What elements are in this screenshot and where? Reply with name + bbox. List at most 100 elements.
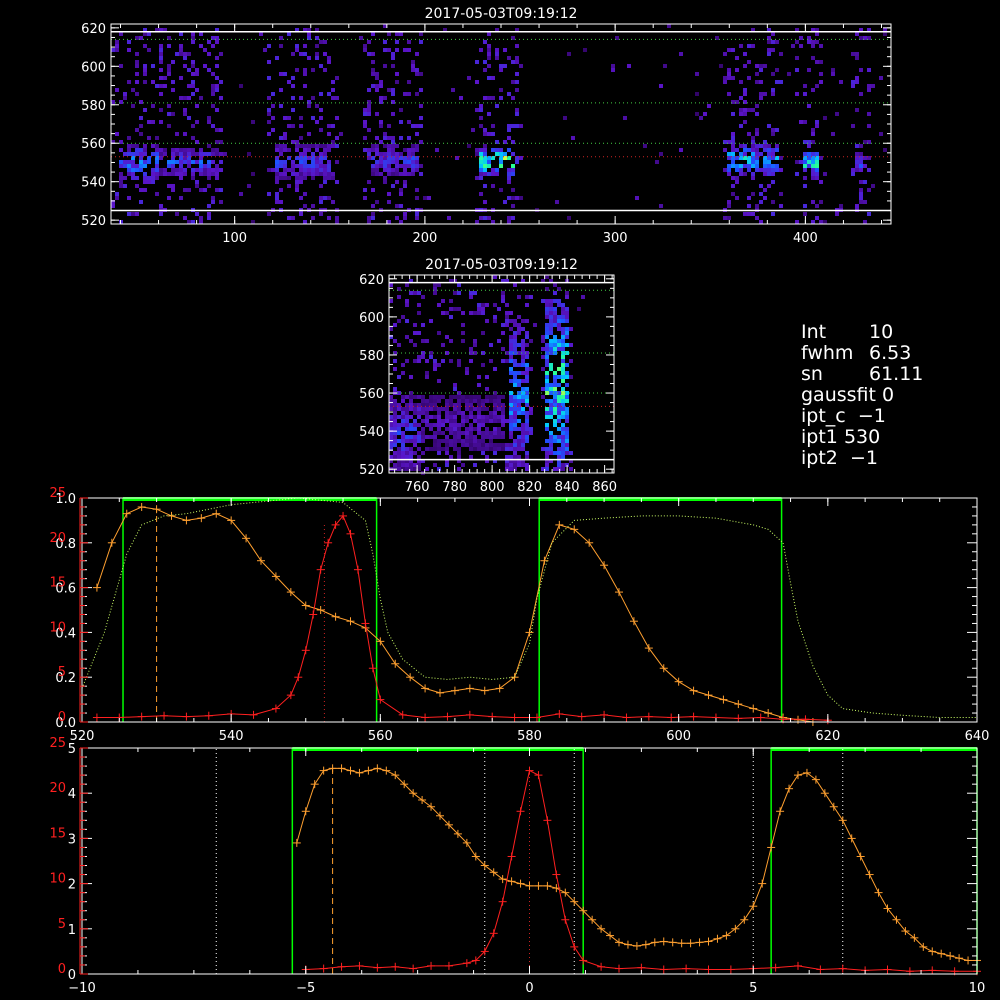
heatmap-cell (513, 363, 517, 367)
heatmap-cell (461, 323, 465, 327)
heatmap-cell (211, 84, 215, 88)
heatmap-cell (299, 152, 303, 156)
heatmap-cell (743, 120, 747, 124)
x-tick-label: 10 (969, 981, 986, 996)
x-tick-label: 620 (815, 729, 840, 744)
heatmap-cell (499, 160, 503, 164)
heatmap-cell (323, 68, 327, 72)
heatmap-cell (453, 443, 457, 447)
heatmap-cell (155, 144, 159, 148)
heatmap-cell (409, 415, 413, 419)
x-tick-label: 100 (222, 231, 247, 246)
heatmap-cell (183, 172, 187, 176)
heatmap-cell (415, 164, 419, 168)
red-tick-label: 15 (49, 576, 66, 591)
heatmap-cell (119, 160, 123, 164)
heatmap-cell (479, 116, 483, 120)
heatmap-cell (215, 164, 219, 168)
heatmap-cell (505, 447, 509, 451)
heatmap-cell (469, 427, 473, 431)
heatmap-cell (771, 128, 775, 132)
heatmap-cell (751, 108, 755, 112)
heatmap-cell (479, 152, 483, 156)
heatmap-cell (553, 347, 557, 351)
heatmap-cell (409, 435, 413, 439)
heatmap-cell (159, 76, 163, 80)
heatmap-cell (393, 407, 397, 411)
heatmap-cell (561, 319, 565, 323)
heatmap-cell (449, 415, 453, 419)
heatmap-cell (569, 451, 573, 455)
heatmap-cell (295, 68, 299, 72)
heatmap-cell (479, 168, 483, 172)
heatmap-cell (155, 148, 159, 152)
heatmap-cell (545, 407, 549, 411)
heatmap-cell (483, 172, 487, 176)
heatmap-cell (511, 168, 515, 172)
heatmap-cell (497, 419, 501, 423)
heatmap-cell (383, 160, 387, 164)
heatmap-cell (135, 176, 139, 180)
heatmap-cell (395, 144, 399, 148)
heatmap-cell (755, 160, 759, 164)
heatmap-cell (479, 192, 483, 196)
heatmap-cell (159, 172, 163, 176)
heatmap-cell (611, 68, 615, 72)
info-value: −1 (849, 447, 878, 469)
heatmap-cell (179, 164, 183, 168)
heatmap-cell (489, 447, 493, 451)
heatmap-cell (481, 419, 485, 423)
heatmap-cell (735, 68, 739, 72)
heatmap-cell (283, 148, 287, 152)
heatmap-cell (419, 104, 423, 108)
heatmap-cell (425, 407, 429, 411)
heatmap-cell (549, 411, 553, 415)
heatmap-cell (513, 407, 517, 411)
heatmap-cell (159, 52, 163, 56)
heatmap-cell (497, 427, 501, 431)
heatmap-cell (473, 407, 477, 411)
heatmap-cell (501, 435, 505, 439)
heatmap-cell (807, 144, 811, 148)
heatmap-cell (171, 112, 175, 116)
heatmap-cell (151, 80, 155, 84)
heatmap-cell (191, 136, 195, 140)
heatmap-cell (541, 395, 545, 399)
heatmap-cell (413, 407, 417, 411)
heatmap-cell (541, 447, 545, 451)
heatmap-cell (211, 196, 215, 200)
heatmap-cell (291, 216, 295, 220)
heatmap-cell (311, 216, 315, 220)
heatmap-cell (529, 407, 533, 411)
heatmap-cell (433, 415, 437, 419)
heatmap-cell (127, 196, 131, 200)
red-tick-label: 5 (58, 917, 66, 932)
heatmap-cell (509, 423, 513, 427)
heatmap-cell (135, 52, 139, 56)
heatmap-cell (561, 463, 565, 467)
heatmap-cell (525, 343, 529, 347)
heatmap-cell (759, 152, 763, 156)
heatmap-cell (819, 60, 823, 64)
heatmap-cell (391, 144, 395, 148)
heatmap-cell (763, 164, 767, 168)
heatmap-cell (477, 383, 481, 387)
heatmap-cell (703, 112, 707, 116)
heatmap-cell (403, 160, 407, 164)
heatmap-cell (497, 399, 501, 403)
heatmap-cell (119, 180, 123, 184)
heatmap-cell (335, 216, 339, 220)
heatmap-cell (413, 427, 417, 431)
heatmap-cell (167, 184, 171, 188)
heatmap-cell (319, 128, 323, 132)
heatmap-cell (489, 343, 493, 347)
heatmap-cell (183, 64, 187, 68)
heatmap-cell (457, 283, 461, 287)
heatmap-cell (477, 415, 481, 419)
heatmap-cell (513, 331, 517, 335)
heatmap-cell (723, 76, 727, 80)
heatmap-cell (759, 96, 763, 100)
heatmap-cell (469, 443, 473, 447)
heatmap-cell (421, 407, 425, 411)
heatmap-cell (739, 112, 743, 116)
